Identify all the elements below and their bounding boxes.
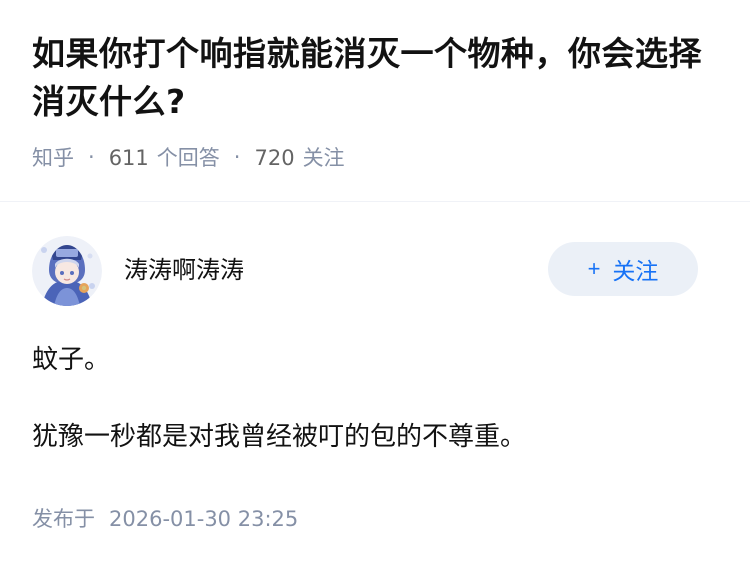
anime-avatar-icon bbox=[32, 236, 102, 306]
followers-label: 关注 bbox=[302, 146, 345, 170]
answer-content: 蚊子。 犹豫一秒都是对我曾经被叮的包的不尊重。 bbox=[32, 340, 718, 457]
plus-icon: + bbox=[587, 256, 601, 281]
published-label: 发布于 bbox=[32, 507, 95, 531]
follow-label: 关注 bbox=[612, 258, 659, 284]
answers-count-link[interactable]: 611 个回答 bbox=[109, 142, 220, 172]
follow-button[interactable]: + 关注 bbox=[548, 242, 698, 296]
published-time: 2026-01-30 23:25 bbox=[109, 507, 299, 531]
author-name[interactable]: 涛涛啊涛涛 bbox=[124, 250, 244, 285]
answers-count: 611 bbox=[108, 146, 149, 170]
author-avatar[interactable] bbox=[32, 236, 102, 306]
meta-separator: · bbox=[233, 145, 241, 169]
question-meta: 知乎 · 611 个回答 · 720 关注 bbox=[32, 142, 718, 172]
answer-paragraph: 犹豫一秒都是对我曾经被叮的包的不尊重。 bbox=[32, 422, 527, 452]
answer-paragraph: 蚊子。 bbox=[32, 345, 111, 375]
followers-count-link[interactable]: 720 关注 bbox=[254, 142, 344, 172]
followers-count: 720 bbox=[254, 146, 295, 170]
author-row: 涛涛啊涛涛 + 关注 bbox=[32, 236, 718, 306]
meta-separator: · bbox=[88, 145, 95, 169]
zhihu-answer-page: 如果你打个响指就能消灭一个物种，你会选择消灭什么? 知乎 · 611 个回答 · … bbox=[0, 0, 750, 568]
answer-card: 涛涛啊涛涛 + 关注 蚊子。 犹豫一秒都是对我曾经被叮的包的不尊重。 bbox=[32, 236, 718, 457]
answers-label: 个回答 bbox=[156, 146, 220, 170]
question-title[interactable]: 如果你打个响指就能消灭一个物种，你会选择消灭什么? bbox=[32, 30, 718, 126]
published-info: 发布于 2026-01-30 23:25 bbox=[32, 503, 298, 533]
question-header: 如果你打个响指就能消灭一个物种，你会选择消灭什么? 知乎 · 611 个回答 · … bbox=[0, 0, 750, 172]
section-divider bbox=[0, 201, 750, 202]
source-label: 知乎 bbox=[32, 146, 74, 170]
